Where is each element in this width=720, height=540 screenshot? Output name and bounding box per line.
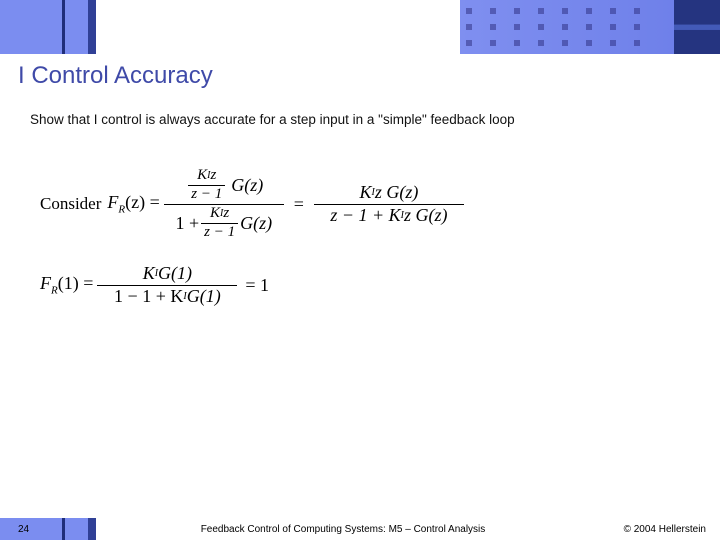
equation-1-lhs: FR(z) = bbox=[107, 192, 159, 216]
slide-subtext: Show that I control is always accurate f… bbox=[30, 112, 690, 127]
equals-sign: = bbox=[294, 194, 304, 215]
footer-copyright: © 2004 Hellerstein bbox=[590, 518, 720, 540]
equation-2-frac: KI G(1) 1 − 1 + KI G(1) bbox=[97, 263, 237, 308]
page-number: 24 bbox=[0, 518, 96, 540]
equation-2: FR(1) = KI G(1) 1 − 1 + KI G(1) = 1 bbox=[40, 257, 468, 313]
banner-left-decoration bbox=[0, 0, 96, 54]
slide-title: I Control Accuracy bbox=[18, 62, 213, 90]
equation-2-result: = 1 bbox=[245, 275, 269, 296]
equation-1-frac-left: KIz z − 1 G(z) 1 + KIz z − 1 G(z) bbox=[164, 167, 284, 242]
equation-1-frac-right: KI z G(z) z − 1 + KI z G(z) bbox=[314, 182, 464, 227]
equation-area: Consider FR(z) = KIz z − 1 G(z) 1 + bbox=[40, 165, 468, 313]
equation-1-lead: Consider bbox=[40, 194, 101, 214]
footer-center-text: Feedback Control of Computing Systems: M… bbox=[96, 518, 590, 540]
equation-2-lhs: FR(1) = bbox=[40, 273, 93, 297]
slide-banner bbox=[0, 0, 720, 54]
equation-1: Consider FR(z) = KIz z − 1 G(z) 1 + bbox=[40, 165, 468, 243]
slide-footer: 24 Feedback Control of Computing Systems… bbox=[0, 518, 720, 540]
banner-right-decoration bbox=[460, 0, 720, 54]
